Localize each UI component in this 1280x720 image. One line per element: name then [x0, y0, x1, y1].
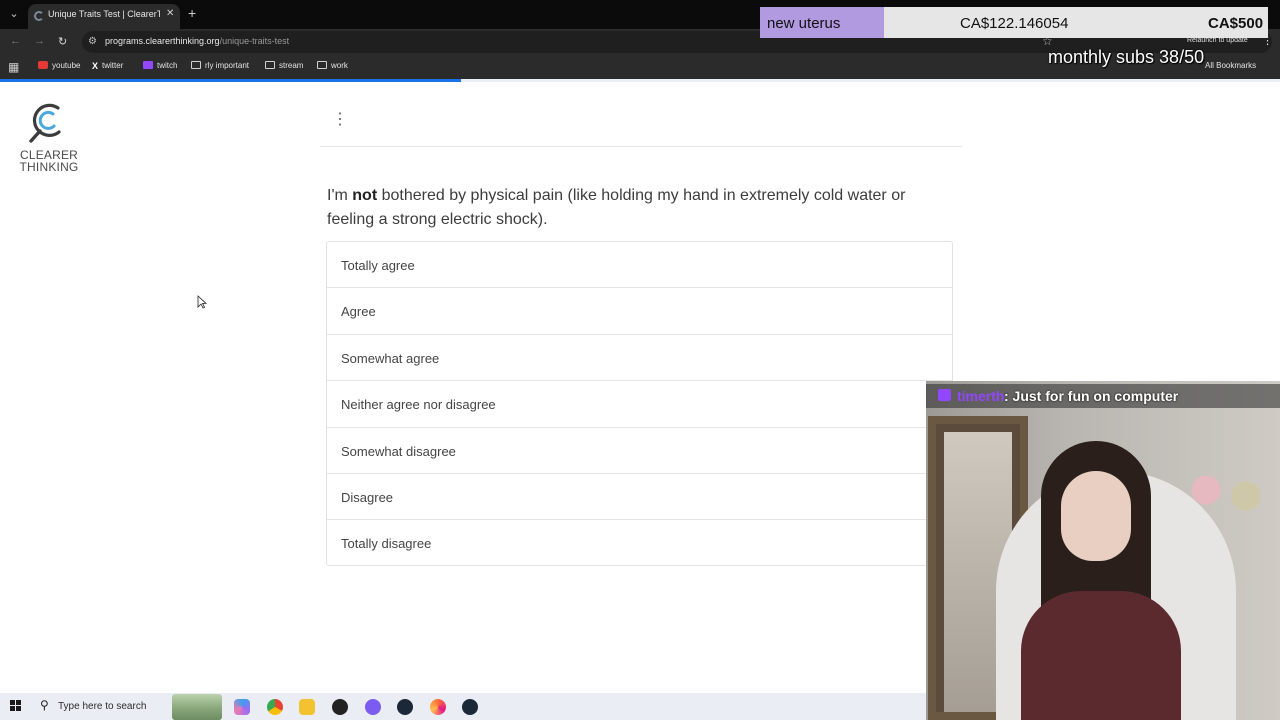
- option-label: Somewhat agree: [341, 350, 440, 366]
- copilot-icon[interactable]: [234, 699, 250, 715]
- file-explorer-icon[interactable]: [299, 699, 315, 715]
- reload-icon[interactable]: ↻: [58, 35, 67, 48]
- answer-options: Totally agree Agree Somewhat agree Neith…: [326, 241, 953, 566]
- folder-icon: [191, 61, 201, 69]
- steam-icon-2[interactable]: [462, 699, 478, 715]
- bookmark-label: youtube: [52, 61, 81, 70]
- donation-goal-amount: CA$500: [1208, 15, 1264, 32]
- bookmark-twitter[interactable]: Xtwitter: [92, 61, 123, 71]
- browser-tab[interactable]: Unique Traits Test | ClearerThinki ✕: [28, 4, 180, 29]
- donation-goal-label: new uterus: [767, 15, 841, 32]
- chat-username: timerth: [957, 388, 1005, 404]
- chat-message: : Just for fun on computer: [1004, 388, 1179, 404]
- new-tab-icon[interactable]: +: [188, 5, 196, 21]
- discord-icon[interactable]: [365, 699, 381, 715]
- subs-counter: monthly subs 38/50: [1048, 47, 1205, 67]
- bookmark-label: stream: [279, 61, 304, 70]
- question-emphasis: not: [352, 187, 378, 204]
- tab-search-chevron-icon[interactable]: ⌄: [6, 6, 22, 22]
- screen: ⌄ Unique Traits Test | ClearerThinki ✕ +…: [0, 0, 1280, 720]
- question-prefix: I'm: [327, 187, 353, 204]
- option-totally-agree[interactable]: Totally agree: [327, 242, 952, 289]
- relaunch-button[interactable]: Relaunch to update: [1187, 37, 1248, 44]
- donation-current-amount: CA$122.146054: [960, 15, 1069, 32]
- logo-line-2: THINKING: [19, 160, 79, 174]
- url-domain: programs.clearerthinking.org: [105, 36, 220, 46]
- option-totally-disagree[interactable]: Totally disagree: [327, 520, 952, 566]
- folder-icon: [317, 61, 327, 69]
- all-bookmarks-button[interactable]: All Bookmarks: [1205, 61, 1256, 70]
- option-label: Totally disagree: [341, 536, 432, 552]
- forward-arrow-icon[interactable]: →: [34, 35, 45, 47]
- question-rest: bothered by physical pain (like holding …: [327, 187, 906, 228]
- clearer-thinking-logo[interactable]: CLEARER THINKING: [16, 98, 86, 176]
- bookmark-label: work: [331, 61, 348, 70]
- webcam-feed: [926, 381, 1280, 720]
- windows-start-icon[interactable]: [10, 700, 22, 712]
- option-label: Disagree: [341, 489, 394, 505]
- option-label: Agree: [341, 304, 376, 320]
- loading-spinner-icon: [34, 11, 44, 21]
- youtube-icon: [38, 61, 48, 69]
- search-highlight-image[interactable]: [172, 694, 222, 720]
- back-arrow-icon[interactable]: ←: [10, 35, 21, 47]
- twitch-icon: [938, 389, 951, 401]
- option-agree[interactable]: Agree: [327, 288, 952, 335]
- search-icon[interactable]: ⚲: [40, 698, 49, 712]
- donation-goal-bar: new uterus CA$122.146054 CA$500: [760, 7, 1268, 38]
- chrome-icon[interactable]: [267, 699, 283, 715]
- url-text: programs.clearerthinking.org/unique-trai…: [105, 36, 289, 46]
- option-somewhat-disagree[interactable]: Somewhat disagree: [327, 428, 952, 474]
- url-path: /unique-traits-test: [219, 36, 290, 46]
- bookmark-label: twitch: [157, 61, 178, 70]
- steam-icon[interactable]: [397, 699, 413, 715]
- page-load-progress: [0, 79, 1280, 82]
- option-neither[interactable]: Neither agree nor disagree: [327, 381, 952, 428]
- option-disagree[interactable]: Disagree: [327, 474, 952, 521]
- logo-wordmark: CLEARER THINKING: [16, 149, 82, 173]
- chat-message-overlay: timerth : Just for fun on computer: [926, 384, 1280, 408]
- header-divider: [320, 146, 962, 147]
- folder-icon: [265, 61, 275, 69]
- bookmark-label: twitter: [102, 61, 124, 70]
- apps-grid-icon[interactable]: ▦: [8, 60, 19, 74]
- tab-close-icon[interactable]: ✕: [166, 8, 174, 19]
- twitch-icon: [143, 61, 153, 69]
- bookmark-stream[interactable]: stream: [265, 61, 303, 70]
- option-label: Totally agree: [341, 258, 415, 273]
- obs-icon[interactable]: [332, 699, 348, 715]
- site-info-icon[interactable]: ⚙: [88, 36, 100, 48]
- taskbar-search-input[interactable]: Type here to search: [58, 701, 146, 712]
- more-options-icon[interactable]: ⋮: [332, 112, 348, 137]
- option-label: Somewhat disagree: [341, 443, 456, 459]
- bookmark-work[interactable]: work: [317, 61, 348, 70]
- firefox-icon[interactable]: [430, 699, 446, 715]
- option-somewhat-agree[interactable]: Somewhat agree: [327, 335, 952, 382]
- mouse-cursor-icon: [197, 295, 207, 309]
- bookmark-rly-important[interactable]: rly important: [191, 61, 249, 70]
- magnifier-logo-icon: [29, 103, 61, 143]
- bookmark-youtube[interactable]: youtube: [38, 61, 80, 70]
- question-text: I'm not bothered by physical pain (like …: [327, 184, 947, 232]
- donation-goal-fill: new uterus: [760, 7, 884, 38]
- tab-title: Unique Traits Test | ClearerThinki: [48, 9, 160, 19]
- page-load-progress-fill: [0, 79, 461, 82]
- bookmark-label: rly important: [205, 61, 250, 70]
- bookmark-twitch[interactable]: twitch: [143, 61, 177, 70]
- option-label: Neither agree nor disagree: [341, 397, 496, 413]
- x-icon: X: [92, 61, 99, 71]
